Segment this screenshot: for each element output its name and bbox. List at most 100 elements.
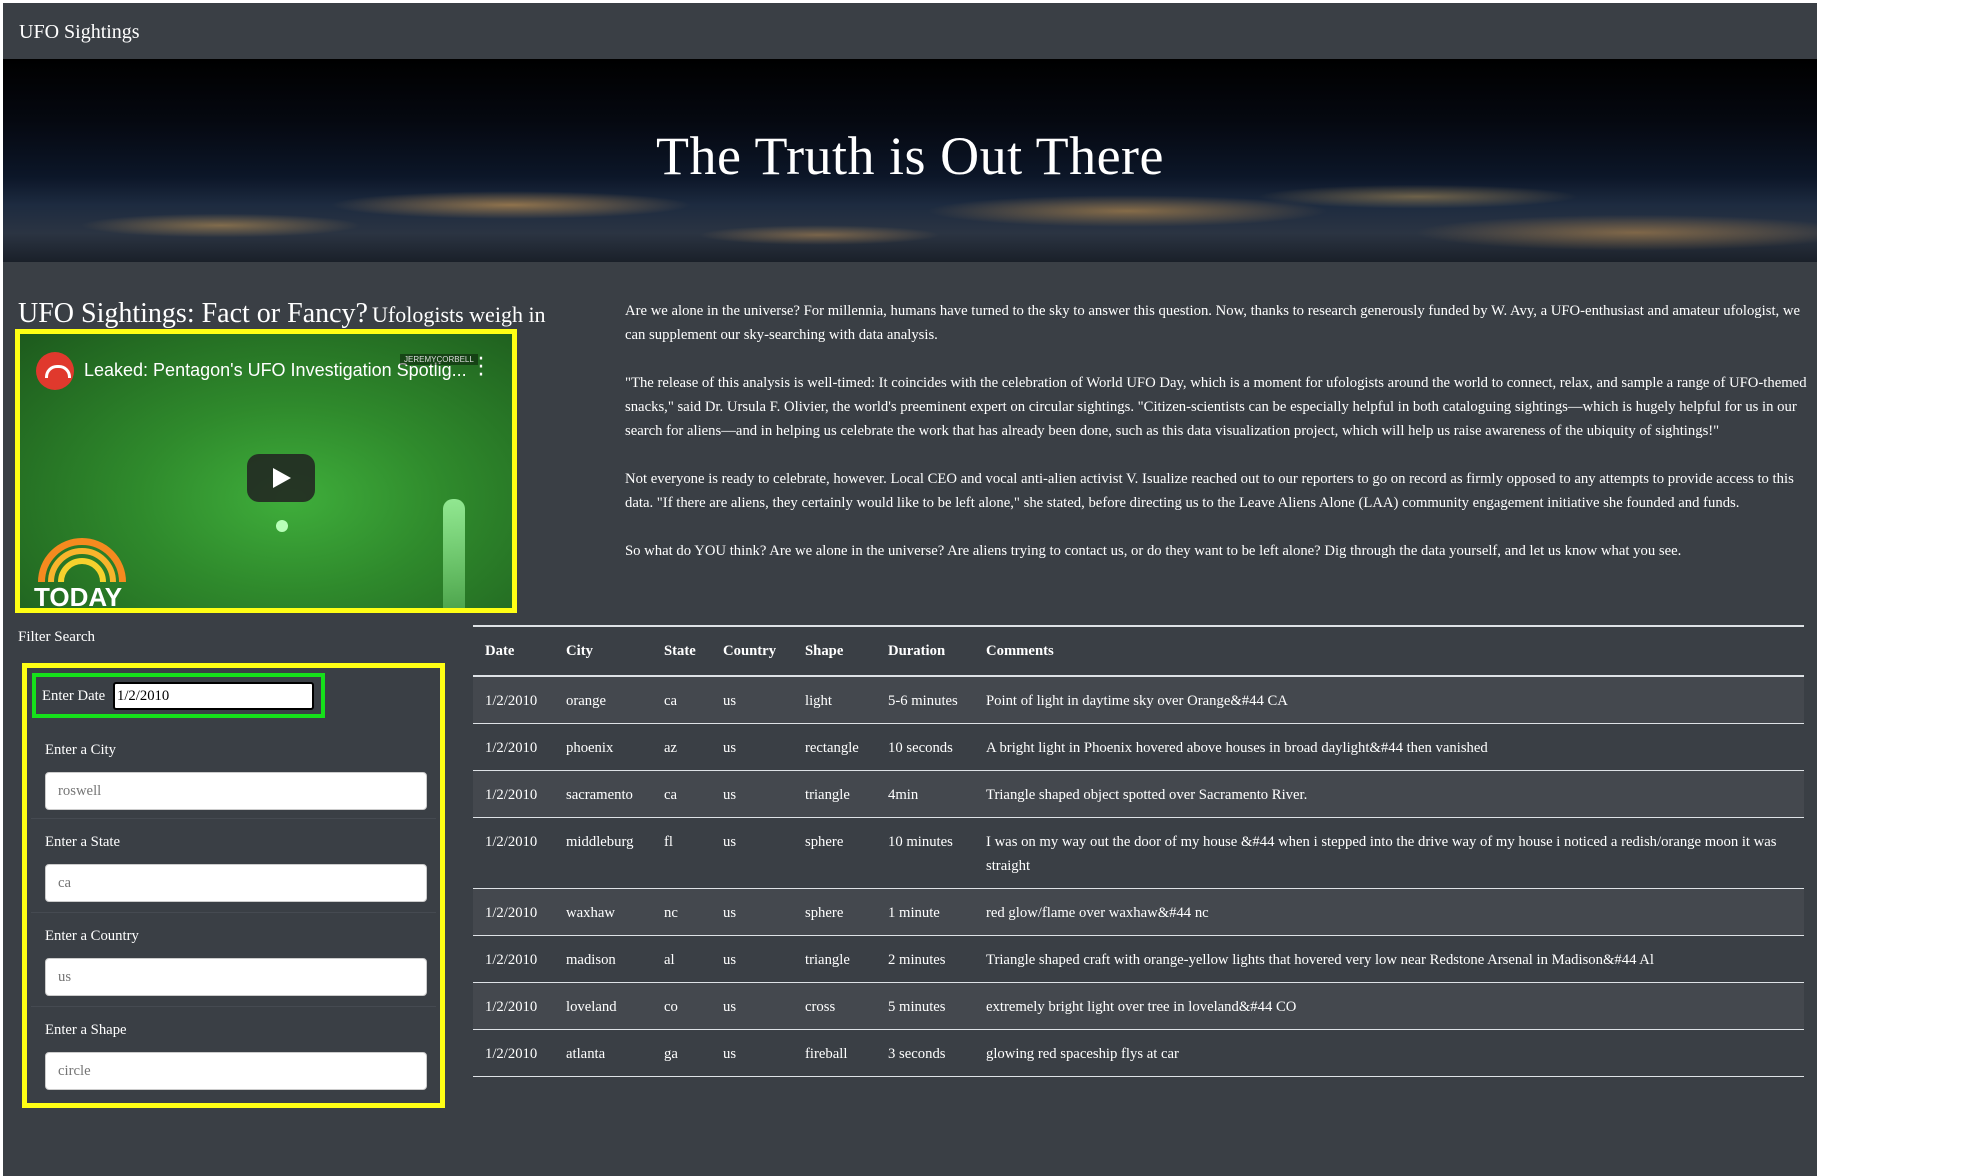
cell-comments: I was on my way out the door of my house… <box>974 817 1804 889</box>
cell-shape: rectangle <box>793 723 876 771</box>
cell-city: waxhaw <box>554 888 652 936</box>
cell-date: 1/2/2010 <box>473 982 554 1030</box>
table-row: 1/2/2010 middleburg fl us sphere 10 minutes I … <box>473 817 1804 889</box>
column-header-country: Country <box>711 625 793 677</box>
cell-city: atlanta <box>554 1029 652 1077</box>
country-input[interactable] <box>45 958 427 996</box>
cell-shape: triangle <box>793 935 876 983</box>
column-header-date: Date <box>473 625 554 677</box>
cell-country: us <box>711 1029 793 1077</box>
shape-filter-group: Enter a Shape <box>31 1006 436 1100</box>
cell-duration: 3 seconds <box>876 1029 974 1077</box>
column-header-city: City <box>554 625 652 677</box>
date-filter-label: Enter Date <box>42 688 106 704</box>
channel-avatar-icon[interactable] <box>36 352 74 390</box>
cell-state: nc <box>652 888 711 936</box>
table-row: 1/2/2010 madison al us triangle 2 minutes Tria… <box>473 935 1804 983</box>
cell-comments: red glow/flame over waxhaw&#44 nc <box>974 888 1804 936</box>
cell-comments: glowing red spaceship flys at car <box>974 1029 1804 1077</box>
cell-state: ca <box>652 676 711 724</box>
country-filter-label: Enter a Country <box>45 928 139 944</box>
cell-duration: 5 minutes <box>876 982 974 1030</box>
table-row: 1/2/2010 sacramento ca us triangle 4min Triang… <box>473 770 1804 818</box>
embedded-video[interactable]: Leaked: Pentagon's UFO Investigation Spo… <box>15 329 517 613</box>
sightings-table: Date City State Country Shape Duration C… <box>473 625 1804 1077</box>
column-header-state: State <box>652 625 711 677</box>
cell-shape: cross <box>793 982 876 1030</box>
brand-link[interactable]: UFO Sightings <box>19 21 140 44</box>
table-body: 1/2/2010 orange ca us light 5-6 minutes Point … <box>473 676 1804 1077</box>
video-heading-sub: Ufologists weigh in <box>372 302 546 327</box>
cell-comments: Triangle shaped object spotted over Sacr… <box>974 770 1804 818</box>
cell-date: 1/2/2010 <box>473 676 554 724</box>
cell-shape: light <box>793 676 876 724</box>
state-filter-label: Enter a State <box>45 834 121 850</box>
cell-date: 1/2/2010 <box>473 1029 554 1077</box>
cell-city: middleburg <box>554 817 652 889</box>
table-row: 1/2/2010 phoenix az us rectangle 10 seconds A … <box>473 723 1804 771</box>
hero-banner: The Truth is Out There <box>3 59 1817 262</box>
cell-state: ga <box>652 1029 711 1077</box>
date-filter-group: Enter Date <box>32 673 325 718</box>
cell-state: co <box>652 982 711 1030</box>
banner-title: The Truth is Out There <box>656 126 1164 186</box>
table-row: 1/2/2010 orange ca us light 5-6 minutes Point … <box>473 676 1804 724</box>
article-paragraph: Not everyone is ready to celebrate, howe… <box>625 471 1794 511</box>
cell-shape: triangle <box>793 770 876 818</box>
column-header-shape: Shape <box>793 625 876 677</box>
cell-date: 1/2/2010 <box>473 723 554 771</box>
table-header-row: Date City State Country Shape Duration C… <box>473 625 1804 677</box>
more-options-icon[interactable]: · · · <box>474 349 488 387</box>
cell-city: madison <box>554 935 652 983</box>
cell-country: us <box>711 817 793 889</box>
cell-state: ca <box>652 770 711 818</box>
cell-date: 1/2/2010 <box>473 770 554 818</box>
cell-duration: 4min <box>876 770 974 818</box>
date-input[interactable] <box>113 682 314 710</box>
cell-duration: 1 minute <box>876 888 974 936</box>
city-input[interactable] <box>45 772 427 810</box>
cell-date: 1/2/2010 <box>473 817 554 889</box>
table-row: 1/2/2010 waxhaw nc us sphere 1 minute red glow… <box>473 888 1804 936</box>
shape-filter-label: Enter a Shape <box>45 1022 127 1038</box>
shape-input[interactable] <box>45 1052 427 1090</box>
country-filter-group: Enter a Country <box>31 912 436 1007</box>
cell-country: us <box>711 935 793 983</box>
cell-country: us <box>711 723 793 771</box>
table-row: 1/2/2010 loveland co us cross 5 minutes extrem… <box>473 982 1804 1030</box>
video-heading: UFO Sightings: Fact or Fancy? Ufologists… <box>18 298 546 330</box>
cell-duration: 5-6 minutes <box>876 676 974 724</box>
cell-shape: fireball <box>793 1029 876 1077</box>
cell-shape: sphere <box>793 817 876 889</box>
today-logo: TODAY <box>34 538 134 608</box>
state-input[interactable] <box>45 864 427 902</box>
watermark-label: JEREMYCORBELL <box>400 354 478 365</box>
cell-city: loveland <box>554 982 652 1030</box>
cell-comments: extremely bright light over tree in love… <box>974 982 1804 1030</box>
play-button[interactable] <box>247 454 315 502</box>
video-heading-main: UFO Sightings: Fact or Fancy? <box>18 298 368 329</box>
cell-state: az <box>652 723 711 771</box>
cell-country: us <box>711 676 793 724</box>
cell-state: al <box>652 935 711 983</box>
article-paragraph: "The release of this analysis is well-ti… <box>625 375 1807 439</box>
cell-country: us <box>711 982 793 1030</box>
table-row: 1/2/2010 atlanta ga us fireball 3 seconds glow… <box>473 1029 1804 1077</box>
cell-country: us <box>711 770 793 818</box>
filter-panel: Enter Date Enter a City Enter a State En… <box>22 663 445 1108</box>
article-paragraph: Are we alone in the universe? For millen… <box>625 303 1801 343</box>
light-beam <box>443 499 465 608</box>
cell-duration: 10 seconds <box>876 723 974 771</box>
light-spot <box>276 520 288 532</box>
cell-duration: 2 minutes <box>876 935 974 983</box>
today-logo-text: TODAY <box>34 582 123 612</box>
city-filter-label: Enter a City <box>45 742 116 758</box>
city-filter-group: Enter a City <box>31 726 436 819</box>
cell-comments: Triangle shaped craft with orange-yellow… <box>974 935 1804 983</box>
cell-country: us <box>711 888 793 936</box>
cell-shape: sphere <box>793 888 876 936</box>
article-text: Are we alone in the universe? For millen… <box>625 299 1807 587</box>
article-paragraph: So what do YOU think? Are we alone in th… <box>625 543 1682 559</box>
cell-duration: 10 minutes <box>876 817 974 889</box>
cell-state: fl <box>652 817 711 889</box>
